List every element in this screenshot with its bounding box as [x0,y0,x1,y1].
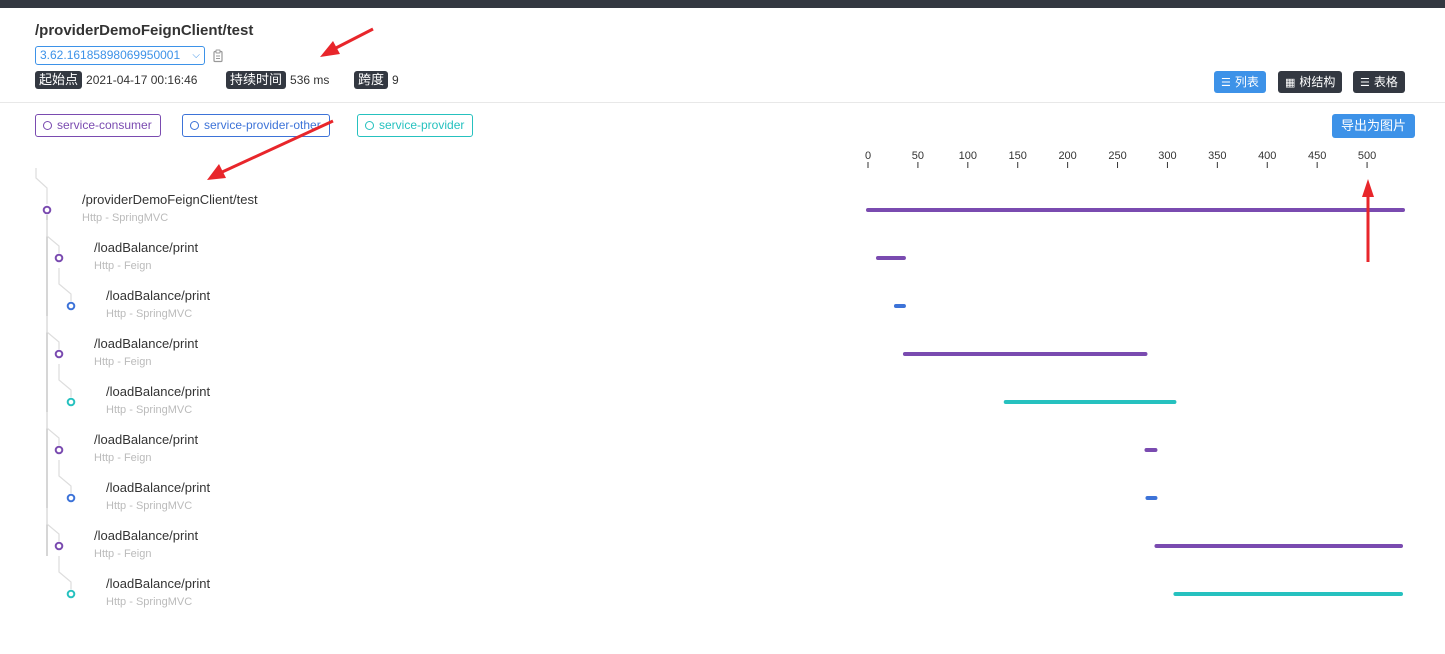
arrow-to-axis-500 [1362,179,1374,262]
annotation-arrows [207,27,1374,262]
arrow-to-root-span [207,119,334,180]
arrow-to-trace-id [320,27,374,57]
